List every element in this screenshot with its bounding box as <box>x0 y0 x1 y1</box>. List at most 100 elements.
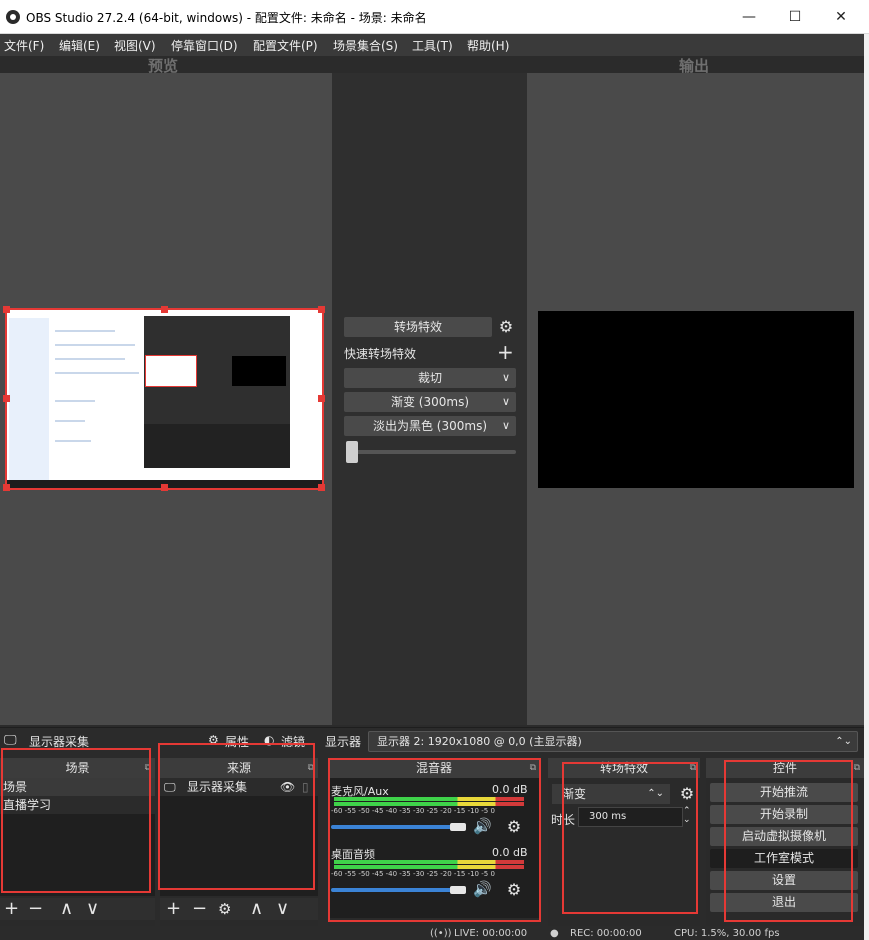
cpu-fps: CPU: 1.5%, 30.00 fps <box>674 928 780 939</box>
quick-transition-fade-to-black[interactable]: 淡出为黑色 (300ms) ∨ <box>344 416 516 436</box>
gear-icon[interactable]: ⚙ <box>497 318 515 336</box>
monitor-select[interactable]: 显示器 2: 1920x1080 @ 0,0 (主显示器) ⌃⌄ <box>368 731 858 752</box>
float-icon[interactable]: ⧉ <box>530 758 536 778</box>
mixer-title-label: 混音器 <box>415 761 452 775</box>
mic-volume-slider[interactable] <box>331 825 461 829</box>
quick-transition-cut[interactable]: 裁切 ∨ <box>344 368 516 388</box>
float-icon[interactable]: ⧉ <box>308 758 314 778</box>
gear-icon[interactable]: ⚙ <box>505 818 523 836</box>
start-recording-button[interactable]: 开始录制 <box>710 805 858 824</box>
resize-handle[interactable] <box>318 484 325 491</box>
gear-icon[interactable]: ⚙ <box>208 733 219 747</box>
quick-transition-fade[interactable]: 渐变 (300ms) ∨ <box>344 392 516 412</box>
gear-icon[interactable]: ⚙ <box>505 881 523 899</box>
resize-handle[interactable] <box>318 395 325 402</box>
gear-icon[interactable]: ⚙ <box>678 785 696 803</box>
duration-input[interactable]: 300 ms <box>578 807 683 827</box>
minimize-button[interactable]: — <box>726 0 772 34</box>
resize-handle[interactable] <box>3 484 10 491</box>
chevron-down-icon: ∨ <box>501 395 510 408</box>
scene-list: 场景 直播学习 <box>0 778 155 896</box>
float-icon[interactable]: ⧉ <box>145 758 151 778</box>
t-bar-track[interactable] <box>346 450 516 454</box>
program-label: 输出 <box>679 57 710 75</box>
menu-help[interactable]: 帮助(H) <box>467 37 509 54</box>
move-up-icon[interactable]: ∧ <box>60 898 73 920</box>
controls-title-label: 控件 <box>772 761 797 775</box>
properties-button[interactable]: 属性 <box>225 733 249 750</box>
list-item[interactable]: 直播学习 <box>0 796 155 814</box>
resize-handle[interactable] <box>3 395 10 402</box>
desktop-level-meter <box>334 865 524 869</box>
speaker-icon[interactable]: 🔊 <box>473 817 492 835</box>
move-up-icon[interactable]: ∧ <box>250 898 263 920</box>
transitions-title-label: 转场特效 <box>599 761 648 775</box>
menu-edit[interactable]: 编辑(E) <box>59 37 100 54</box>
list-item[interactable]: 🖵 显示器采集 👁 ▯ <box>160 778 318 796</box>
close-button[interactable]: ✕ <box>818 0 864 34</box>
monitor-select-value: 显示器 2: 1920x1080 @ 0,0 (主显示器) <box>377 735 582 748</box>
menu-profile[interactable]: 配置文件(P) <box>253 37 318 54</box>
monitor-icon: 🖵 <box>164 780 176 794</box>
list-item[interactable]: 场景 <box>0 778 155 796</box>
mixer-dock-title: 混音器 ⧉ <box>328 758 540 778</box>
desktop-level-meter <box>334 860 524 864</box>
remove-icon[interactable]: − <box>28 898 43 920</box>
source-list: 🖵 显示器采集 👁 ▯ <box>160 778 318 896</box>
menu-file[interactable]: 文件(F) <box>4 37 44 54</box>
mic-channel-db: 0.0 dB <box>492 783 528 796</box>
obs-logo-icon <box>6 10 20 24</box>
mic-volume-knob[interactable] <box>450 823 466 831</box>
settings-button[interactable]: 设置 <box>710 871 858 890</box>
add-icon[interactable]: + <box>4 898 19 920</box>
menu-docks[interactable]: 停靠窗口(D) <box>171 37 238 54</box>
add-quick-transition-icon[interactable]: + <box>497 340 514 364</box>
scenes-toolbar: + − ∧ ∨ <box>0 898 155 920</box>
transition-button[interactable]: 转场特效 <box>344 317 492 337</box>
move-down-icon[interactable]: ∨ <box>276 898 289 920</box>
display-capture-preview[interactable] <box>3 306 325 491</box>
float-icon[interactable]: ⧉ <box>690 758 696 778</box>
start-streaming-button[interactable]: 开始推流 <box>710 783 858 802</box>
monitor-label: 显示器 <box>325 735 362 749</box>
desktop-meter-ticks: -60 -55 -50 -45 -40 -35 -30 -25 -20 -15 … <box>331 870 495 878</box>
resize-handle[interactable] <box>161 306 168 313</box>
filters-button[interactable]: 滤镜 <box>281 733 305 750</box>
t-bar-handle[interactable] <box>346 441 358 463</box>
desktop-volume-slider[interactable] <box>331 888 461 892</box>
lock-icon[interactable]: ▯ <box>302 778 309 796</box>
gear-icon[interactable]: ⚙ <box>218 898 231 920</box>
captured-text-line <box>55 358 125 360</box>
window-edge <box>864 34 869 940</box>
maximize-button[interactable]: ☐ <box>772 0 818 34</box>
filter-icon[interactable]: ◐ <box>264 733 274 747</box>
captured-text-line <box>55 440 91 442</box>
transition-select[interactable]: 渐变 ⌃⌄ <box>552 784 670 804</box>
exit-button[interactable]: 退出 <box>710 893 858 912</box>
captured-text-line <box>55 330 115 332</box>
float-icon[interactable]: ⧉ <box>854 758 860 778</box>
quick-transition-label: 淡出为黑色 (300ms) <box>372 419 488 433</box>
quick-transitions-label: 快速转场特效 <box>344 347 417 361</box>
menu-view[interactable]: 视图(V) <box>114 37 156 54</box>
resize-handle[interactable] <box>161 484 168 491</box>
transitions-dock-title: 转场特效 ⧉ <box>548 758 700 778</box>
studio-mode-button[interactable]: 工作室模式 <box>710 849 858 868</box>
eye-icon[interactable]: 👁 <box>280 778 295 796</box>
start-virtual-camera-button[interactable]: 启动虚拟摄像机 <box>710 827 858 846</box>
resize-handle[interactable] <box>3 306 10 313</box>
move-down-icon[interactable]: ∨ <box>86 898 99 920</box>
add-icon[interactable]: + <box>166 898 181 920</box>
chevron-down-icon: ∨ <box>501 419 510 432</box>
rec-icon: ● <box>550 928 559 939</box>
duration-spinner[interactable]: ⌃ ⌄ <box>683 807 691 825</box>
sources-dock: 来源 ⧉ 🖵 显示器采集 👁 ▯ + − ⚙ ∧ ∨ <box>160 758 318 926</box>
speaker-icon[interactable]: 🔊 <box>473 880 492 898</box>
sources-dock-title: 来源 ⧉ <box>160 758 318 778</box>
desktop-volume-knob[interactable] <box>450 886 466 894</box>
menu-scene-collection[interactable]: 场景集合(S) <box>333 37 398 54</box>
menu-tools[interactable]: 工具(T) <box>412 37 453 54</box>
live-timer: LIVE: 00:00:00 <box>454 928 528 939</box>
resize-handle[interactable] <box>318 306 325 313</box>
remove-icon[interactable]: − <box>192 898 207 920</box>
